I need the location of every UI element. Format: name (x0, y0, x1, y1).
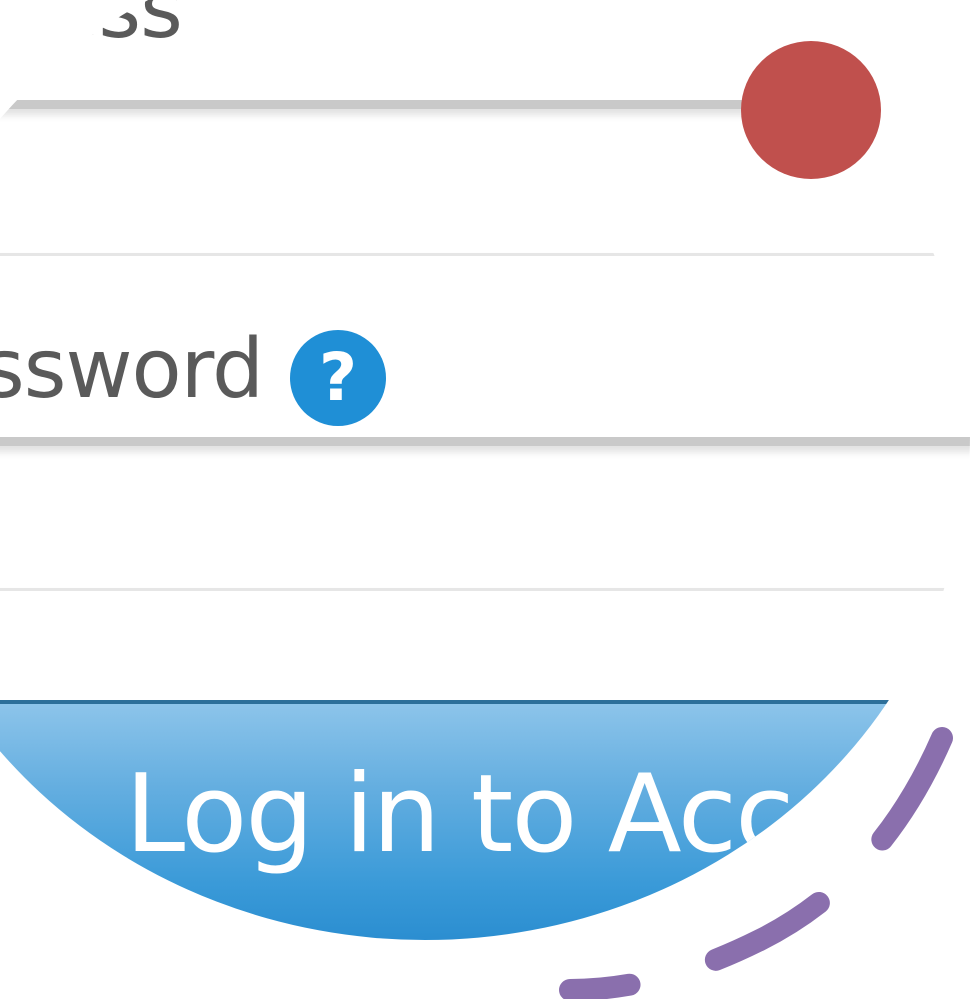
email-address-label: ress (18, 0, 183, 57)
password-input[interactable] (0, 437, 970, 591)
zoomed-login-form: ress ssword ? Log in to Acco (0, 0, 977, 999)
login-button[interactable]: Log in to Acco (0, 700, 970, 940)
login-button-label: Log in to Acco (125, 752, 859, 877)
record-dot-icon (741, 41, 881, 179)
password-label: ssword (0, 322, 264, 417)
question-circle-icon[interactable]: ? (290, 330, 386, 426)
